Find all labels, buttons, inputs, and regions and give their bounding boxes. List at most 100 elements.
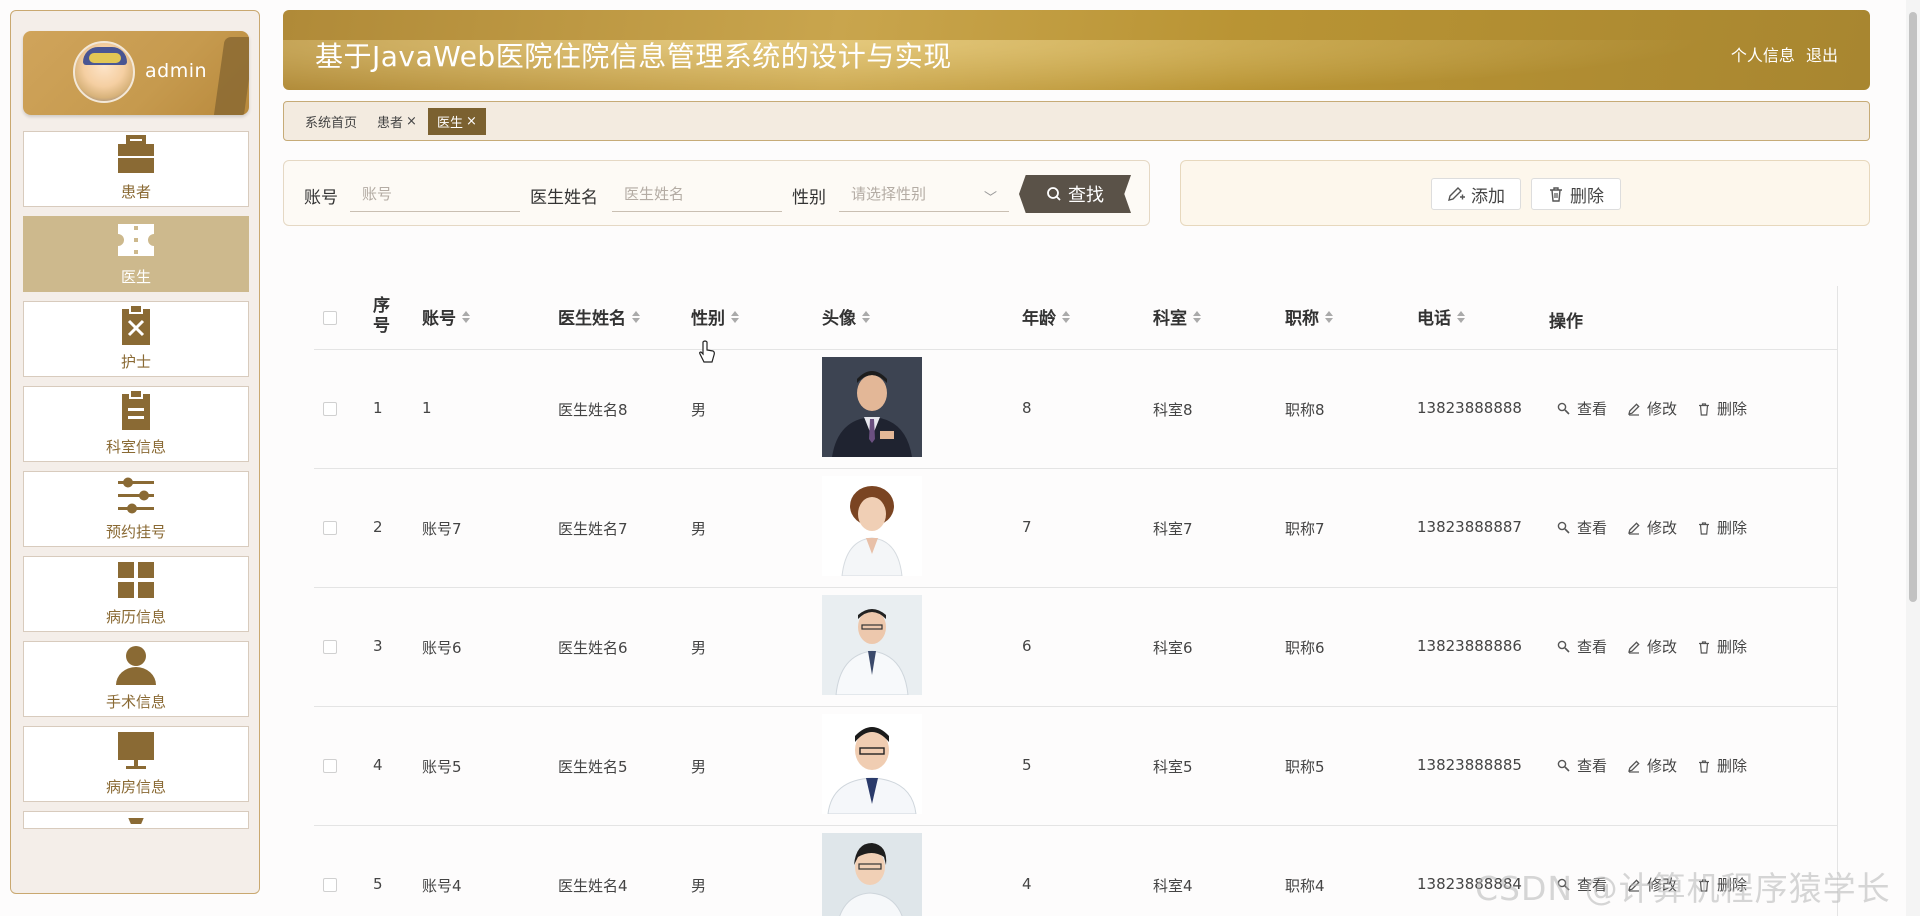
delete-label: 删除 [1717,638,1748,656]
cell-title: 职称5 [1285,758,1325,776]
cell-index: 1 [373,399,383,417]
action-panel: 添加 删除 [1180,160,1870,226]
edit-button[interactable]: 修改 [1627,398,1677,419]
logout-link[interactable]: 退出 [1806,46,1838,65]
briefcase-icon [118,135,154,173]
col-avatar[interactable]: 头像 [822,304,870,329]
doctor-name-input[interactable] [612,178,782,212]
row-checkbox[interactable] [323,640,337,654]
delete-button[interactable]: 删除 [1697,398,1747,419]
doctor-photo [822,833,922,916]
sort-icon[interactable] [632,310,640,323]
col-account[interactable]: 账号 [422,304,470,329]
scrollbar-thumb[interactable] [1909,12,1917,602]
edit-icon [1628,521,1640,535]
edit-button[interactable]: 修改 [1627,517,1677,538]
sidebar-item-label: 病历信息 [105,608,166,626]
doctor-photo [822,714,922,814]
sidebar-item-doctor[interactable]: 医生 [23,216,249,292]
sort-icon[interactable] [862,310,870,323]
sidebar-item-department[interactable]: 科室信息 [23,386,249,462]
col-title-label: 职称 [1285,309,1319,329]
view-label: 查看 [1577,757,1608,775]
account-input[interactable] [350,178,520,212]
sort-icon[interactable] [1062,310,1070,323]
row-checkbox[interactable] [323,402,337,416]
col-age[interactable]: 年龄 [1022,304,1070,329]
ticket-icon [118,224,154,256]
search-icon [1557,640,1570,653]
sidebar-item-medical-record[interactable]: 病历信息 [23,556,249,632]
account-label: 账号 [304,188,338,208]
batch-delete-button[interactable]: 删除 [1531,178,1621,210]
sort-icon[interactable] [1457,310,1465,323]
table-row: 2 账号7 医生姓名7 男 7 科室7 职称7 13823888887 查看 修… [314,469,1838,588]
cell-account: 账号4 [422,877,462,895]
table-row: 1 1 医生姓名8 男 8 科室8 职称8 13823888888 查看 修改 … [314,350,1838,469]
col-name[interactable]: 医生姓名 [558,304,640,329]
sort-icon[interactable] [731,310,739,323]
sidebar-item-nurse[interactable]: 护士 [23,301,249,377]
delete-button[interactable]: 删除 [1697,517,1747,538]
tab-home[interactable]: 系统首页 [296,108,366,135]
delete-button[interactable]: 删除 [1697,636,1747,657]
row-checkbox[interactable] [323,878,337,892]
view-button[interactable]: 查看 [1557,755,1607,776]
col-phone[interactable]: 电话 [1417,304,1465,329]
trash-icon [1550,187,1562,202]
add-button[interactable]: 添加 [1431,178,1521,210]
profile-link[interactable]: 个人信息 [1731,46,1795,65]
monitor-icon [118,732,154,769]
tab-doctor[interactable]: 医生 × [427,107,486,135]
sidebar-item-patient[interactable]: 患者 [23,131,249,207]
search-button[interactable]: 查找 [1019,175,1131,213]
edit-label: 修改 [1647,519,1678,537]
search-icon [1557,759,1570,772]
col-dept[interactable]: 科室 [1153,304,1201,329]
sliders-icon [118,477,154,514]
delete-button-label: 删除 [1570,186,1604,207]
view-button[interactable]: 查看 [1557,517,1607,538]
cell-account: 账号7 [422,520,462,538]
col-phone-label: 电话 [1417,309,1451,329]
doctor-photo [822,357,922,457]
doctor-photo [822,476,922,576]
cell-gender: 男 [691,877,707,895]
col-title[interactable]: 职称 [1285,304,1333,329]
clipboard-x-icon [122,304,150,345]
edit-button[interactable]: 修改 [1627,636,1677,657]
username: admin [145,60,208,82]
sidebar-item-label: 科室信息 [105,438,166,456]
edit-icon [1628,402,1640,416]
edit-plus-icon [1448,187,1465,201]
trash-icon [1699,521,1710,535]
view-label: 查看 [1577,400,1608,418]
edit-button[interactable]: 修改 [1627,755,1677,776]
view-button[interactable]: 查看 [1557,398,1607,419]
tab-patient[interactable]: 患者 × [368,108,426,135]
col-gender[interactable]: 性别 [691,304,739,329]
close-icon[interactable]: × [406,114,417,129]
cell-name: 医生姓名8 [558,401,628,419]
user-card[interactable]: admin [23,31,249,115]
sidebar-item-ward[interactable]: 病房信息 [23,726,249,802]
avatar [73,41,135,103]
delete-button[interactable]: 删除 [1697,755,1747,776]
view-button[interactable]: 查看 [1557,636,1607,657]
select-all-checkbox[interactable] [323,311,337,325]
close-icon[interactable]: × [466,114,477,129]
cell-phone: 13823888886 [1417,637,1522,655]
user-icon [116,646,156,685]
row-checkbox[interactable] [323,759,337,773]
sidebar-item-appointment[interactable]: 预约挂号 [23,471,249,547]
sidebar-item-label: 患者 [120,183,151,201]
sidebar-item-more[interactable] [23,811,249,829]
sort-icon[interactable] [1193,310,1201,323]
sort-icon[interactable] [462,310,470,323]
page-title: 基于JavaWeb医院住院信息管理系统的设计与实现 [315,40,952,73]
row-checkbox[interactable] [323,521,337,535]
sort-icon[interactable] [1325,310,1333,323]
scrollbar[interactable] [1906,0,1920,916]
col-gender-label: 性别 [691,309,725,329]
sidebar-item-surgery[interactable]: 手术信息 [23,641,249,717]
